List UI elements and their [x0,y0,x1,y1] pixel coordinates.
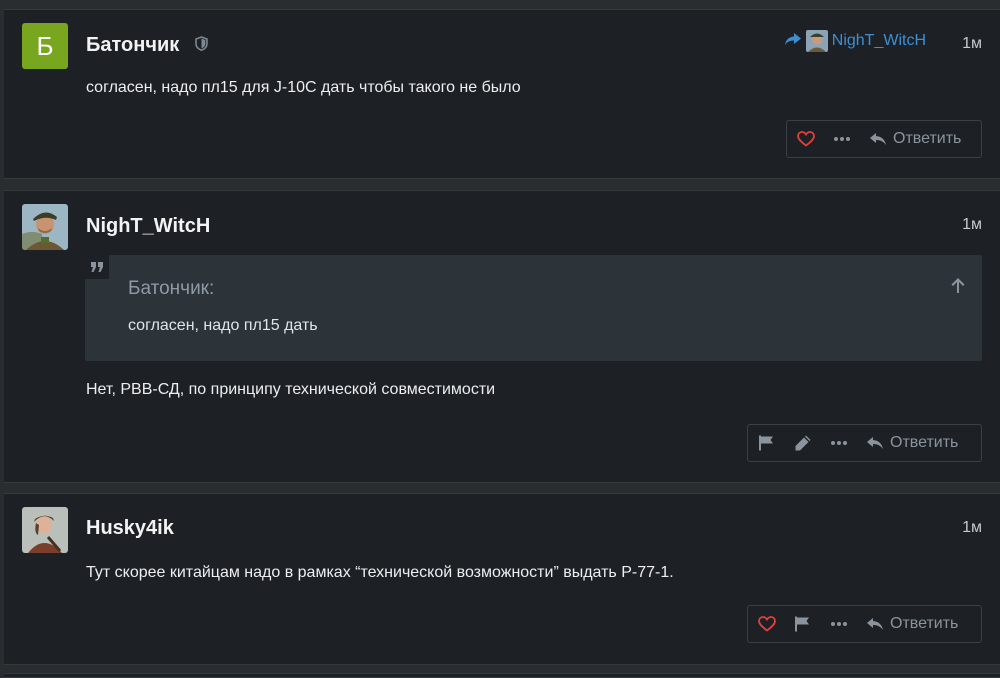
post-text: согласен, надо пл15 для J-10C дать чтобы… [86,79,521,96]
post-author[interactable]: NighT_WitcH [86,215,210,238]
reply-label: Ответить [890,615,959,632]
reply-icon [869,132,887,146]
more-icon [833,136,851,142]
post-actions: Ответить [786,120,982,158]
flag-icon [758,435,776,451]
avatar[interactable]: Б [22,23,68,69]
post-baton: Б Батончик NighT_WitcH 1м согласен, надо… [4,9,1000,179]
post-actions: Ответить [747,424,982,462]
more-icon [830,621,848,627]
share-arrow-icon [784,32,802,51]
like-button[interactable] [758,616,776,632]
reply-icon [866,617,884,631]
post-time[interactable]: 1м [962,216,982,234]
avatar[interactable] [22,204,68,250]
post-nightwitch: NighT_WitcH 1м Батончик: согласен, надо … [4,190,1000,483]
more-button[interactable] [830,440,848,446]
reply-label: Ответить [893,130,962,147]
avatar[interactable] [22,507,68,553]
more-icon [830,440,848,446]
edit-icon [794,434,812,452]
heart-icon [758,616,776,632]
post-author[interactable]: Husky4ik [86,517,174,540]
like-button[interactable] [797,131,815,147]
reply-to-avatar [805,30,828,52]
more-button[interactable] [833,136,851,142]
quote-author[interactable]: Батончик: [128,278,214,300]
post-author[interactable]: Батончик [86,34,208,57]
more-button[interactable] [830,621,848,627]
edit-button[interactable] [794,434,812,452]
reply-label: Ответить [890,434,959,451]
quote-icon [85,255,109,279]
shield-icon [195,34,208,57]
reply-to-name[interactable]: NighT_WitcH [832,32,926,50]
reply-button[interactable]: Ответить [869,130,961,148]
post-text: Нет, РВВ-СД, по принципу технической сов… [86,381,496,398]
report-button[interactable] [794,616,812,632]
quote-text: согласен, надо пл15 дать [128,317,318,334]
post-text: Тут скорее китайцам надо в рамках “техни… [86,564,674,581]
author-name[interactable]: Батончик [86,34,179,56]
post-time[interactable]: 1м [962,519,982,537]
reply-button[interactable]: Ответить [866,434,958,452]
reply-icon [866,436,884,450]
report-button[interactable] [758,435,776,451]
flag-icon [794,616,812,632]
post-next-partial [4,673,1000,678]
post-husky4ik: Husky4ik 1м Тут скорее китайцам надо в р… [4,493,1000,665]
heart-icon [797,131,815,147]
quote-block: Батончик: согласен, надо пл15 дать [85,255,982,361]
reply-button[interactable]: Ответить [866,615,958,633]
reply-to-link[interactable]: NighT_WitcH [784,30,926,52]
arrow-up-icon[interactable] [950,277,966,299]
post-actions: Ответить [747,605,982,643]
post-time[interactable]: 1м [962,35,982,53]
